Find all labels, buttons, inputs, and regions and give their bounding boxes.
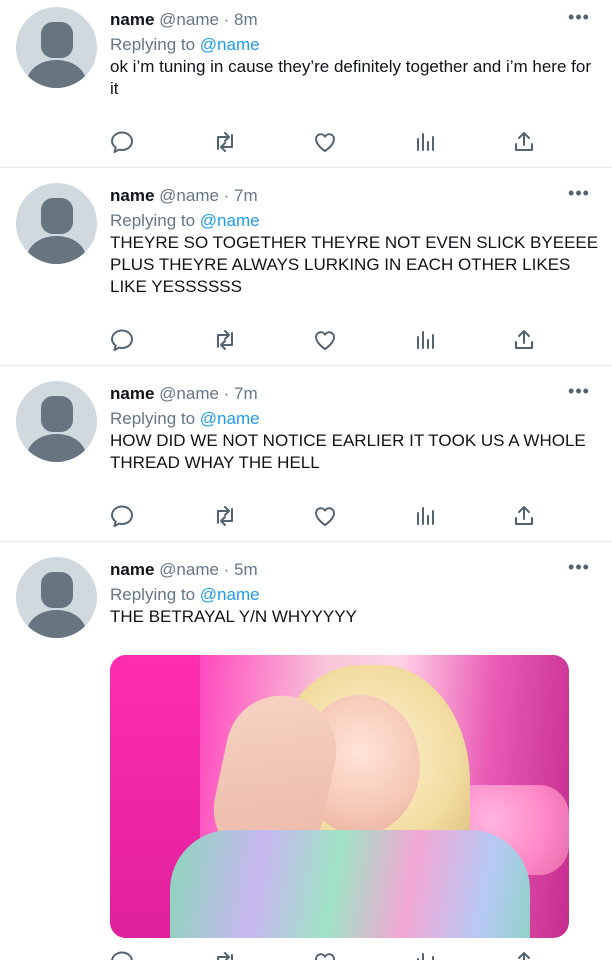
display-name[interactable]: name [110,186,154,205]
replying-to-label: Replying to [110,35,196,54]
more-options-icon[interactable]: ••• [566,184,592,202]
reply-icon[interactable] [109,326,137,354]
stats-icon[interactable] [412,326,440,354]
share-icon[interactable] [510,502,538,530]
like-icon[interactable] [311,948,339,960]
tweet-media-gif[interactable] [110,655,569,938]
avatar[interactable] [16,183,97,264]
replying-to: Replying to @name [110,34,260,56]
replying-to-label: Replying to [110,409,196,428]
replying-to: Replying to @name [110,408,260,430]
share-icon[interactable] [510,326,538,354]
replying-to-handle[interactable]: @name [200,585,260,604]
retweet-icon[interactable] [211,128,239,156]
display-name[interactable]: name [110,560,154,579]
replying-to: Replying to @name [110,210,260,232]
handle-time: @name · 8m [159,10,258,29]
avatar[interactable] [16,7,97,88]
like-icon[interactable] [311,502,339,530]
handle-time: @name · 5m [159,560,258,579]
replying-to: Replying to @name [110,584,260,606]
handle-time: @name · 7m [159,186,258,205]
handle-time: @name · 7m [159,384,258,403]
tweet-text: HOW DID WE NOT NOTICE EARLIER IT TOOK US… [110,431,586,472]
tweet-header: name @name · 5m [110,559,258,581]
replying-to-handle[interactable]: @name [200,409,260,428]
replying-to-handle[interactable]: @name [200,211,260,230]
tweet[interactable]: name @name · 7m ••• Replying to @name TH… [0,176,612,366]
tweet-header: name @name · 8m [110,9,258,31]
retweet-icon[interactable] [211,502,239,530]
reply-icon[interactable] [109,128,137,156]
more-options-icon[interactable]: ••• [566,382,592,400]
more-options-icon[interactable]: ••• [566,558,592,576]
stats-icon[interactable] [412,502,440,530]
tweet-header: name @name · 7m [110,185,258,207]
tweet-actions [0,128,612,156]
stats-icon[interactable] [412,128,440,156]
stats-icon[interactable] [412,948,440,960]
tweet[interactable]: name @name · 8m ••• Replying to @name ok… [0,0,612,168]
share-icon[interactable] [510,128,538,156]
like-icon[interactable] [311,326,339,354]
tweet-text: THEYRE SO TOGETHER THEYRE NOT EVEN SLICK… [110,233,599,296]
reply-icon[interactable] [109,948,137,960]
tweet[interactable]: name @name · 7m ••• Replying to @name HO… [0,374,612,542]
replying-to-label: Replying to [110,211,196,230]
tweet-text: ok i’m tuning in cause they’re definitel… [110,57,591,98]
replying-to-label: Replying to [110,585,196,604]
tweet-header: name @name · 7m [110,383,258,405]
more-options-icon[interactable]: ••• [566,8,592,26]
like-icon[interactable] [311,128,339,156]
replying-to-handle[interactable]: @name [200,35,260,54]
display-name[interactable]: name [110,384,154,403]
avatar[interactable] [16,557,97,638]
tweet[interactable]: name @name · 5m ••• Replying to @name TH… [0,550,612,960]
reply-icon[interactable] [109,502,137,530]
avatar[interactable] [16,381,97,462]
tweet-actions [0,948,612,960]
tweet-text: THE BETRAYAL Y/N WHYYYYY [110,607,357,626]
retweet-icon[interactable] [211,948,239,960]
display-name[interactable]: name [110,10,154,29]
share-icon[interactable] [510,948,538,960]
tweet-actions [0,502,612,530]
tweet-actions [0,326,612,354]
retweet-icon[interactable] [211,326,239,354]
